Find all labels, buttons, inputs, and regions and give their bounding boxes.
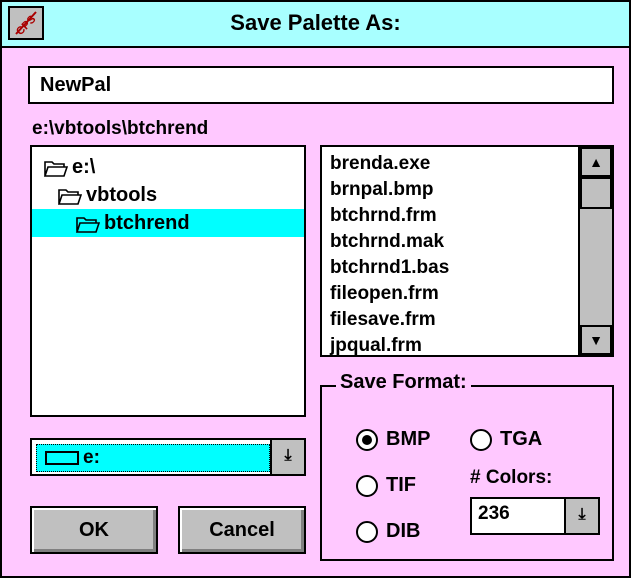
file-item[interactable]: btchrnd1.bas bbox=[330, 255, 449, 281]
radio-unchecked-icon bbox=[356, 520, 378, 543]
save-format-group: Save Format: BMP TGA TIF DIB # Colors: 2… bbox=[320, 371, 614, 561]
dir-item-vbtools[interactable]: vbtools bbox=[58, 181, 157, 209]
colors-value: 236 bbox=[478, 503, 510, 524]
file-item[interactable]: brenda.exe bbox=[330, 151, 430, 177]
radio-tga[interactable]: TGA bbox=[470, 427, 542, 451]
file-item[interactable]: fileopen.frm bbox=[330, 281, 439, 307]
drive-dropdown-arrow-icon[interactable]: ⤓ bbox=[270, 440, 304, 474]
file-list[interactable]: brenda.exe brnpal.bmp btchrnd.frm btchrn… bbox=[320, 145, 614, 357]
dir-item-root[interactable]: e:\ bbox=[44, 153, 95, 181]
radio-unchecked-icon bbox=[470, 428, 492, 451]
open-folder-icon bbox=[58, 188, 82, 205]
ok-button[interactable]: OK bbox=[30, 506, 158, 554]
drive-value: e: bbox=[83, 447, 100, 468]
colors-select[interactable]: 236 ⤓ bbox=[470, 497, 600, 535]
colors-dropdown-arrow-icon[interactable]: ⤓ bbox=[564, 499, 598, 533]
scroll-down-arrow-icon[interactable]: ▼ bbox=[580, 325, 612, 355]
open-folder-icon bbox=[44, 160, 68, 177]
filename-input[interactable]: NewPal bbox=[28, 66, 614, 104]
file-item[interactable]: jpqual.frm bbox=[330, 333, 422, 359]
directory-list[interactable]: e:\ vbtools btchrend bbox=[30, 145, 306, 417]
file-item[interactable]: filesave.frm bbox=[330, 307, 436, 333]
file-list-scrollbar[interactable]: ▲ ▼ bbox=[578, 147, 612, 355]
radio-checked-icon bbox=[356, 428, 378, 451]
hard-drive-icon bbox=[45, 450, 79, 465]
radio-label: BMP bbox=[386, 428, 431, 450]
dir-item-label: e:\ bbox=[72, 156, 96, 178]
radio-unchecked-icon bbox=[356, 474, 378, 497]
dir-item-btchrend[interactable]: btchrend bbox=[32, 209, 304, 237]
colors-label: # Colors: bbox=[470, 467, 553, 488]
dir-item-label: btchrend bbox=[104, 212, 190, 234]
file-item[interactable]: brnpal.bmp bbox=[330, 177, 433, 203]
scroll-up-arrow-icon[interactable]: ▲ bbox=[580, 147, 612, 177]
drive-select[interactable]: e: ⤓ bbox=[30, 438, 306, 476]
dir-item-label: vbtools bbox=[86, 184, 158, 206]
radio-label: DIB bbox=[386, 520, 421, 542]
open-folder-icon bbox=[76, 216, 100, 233]
dialog-title: Save Palette As: bbox=[230, 10, 401, 35]
save-palette-dialog: CPS Save Palette As: NewPal e:\vbtools\b… bbox=[0, 0, 631, 578]
title-bar: CPS Save Palette As: bbox=[2, 2, 629, 48]
radio-tif[interactable]: TIF bbox=[356, 473, 416, 497]
radio-label: TIF bbox=[386, 474, 416, 496]
radio-label: TGA bbox=[500, 428, 543, 450]
scroll-thumb[interactable] bbox=[580, 177, 612, 209]
file-item[interactable]: btchrnd.frm bbox=[330, 203, 437, 229]
current-path-label: e:\vbtools\btchrend bbox=[32, 118, 209, 139]
radio-bmp[interactable]: BMP bbox=[356, 427, 430, 451]
save-format-title: Save Format: bbox=[336, 371, 471, 394]
file-item[interactable]: btchrnd.mak bbox=[330, 229, 444, 255]
drive-selected: e: bbox=[36, 444, 270, 472]
cancel-button[interactable]: Cancel bbox=[178, 506, 306, 554]
radio-dib[interactable]: DIB bbox=[356, 519, 420, 543]
